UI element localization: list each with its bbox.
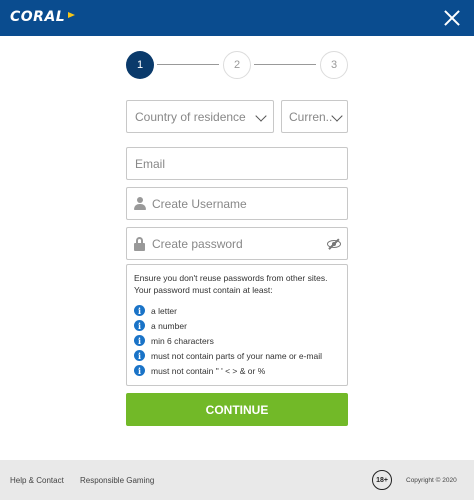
password-rules-box: Ensure you don't reuse passwords from ot… xyxy=(126,264,348,386)
step-connector xyxy=(157,64,219,65)
email-field[interactable] xyxy=(135,156,305,171)
lock-icon xyxy=(134,237,145,251)
password-field[interactable] xyxy=(152,236,322,251)
close-icon[interactable] xyxy=(442,8,462,28)
chevron-down-icon xyxy=(331,110,343,122)
continue-button[interactable]: CONTINUE xyxy=(126,393,348,426)
header-bar: CORAL xyxy=(0,0,474,36)
coral-logo[interactable]: CORAL xyxy=(10,9,65,25)
step-indicator: 1 2 3 xyxy=(126,51,348,79)
email-field-wrapper xyxy=(126,147,348,180)
eye-slash-icon[interactable] xyxy=(327,238,341,250)
password-rule: i a number xyxy=(134,318,340,333)
password-rule: i must not contain parts of your name or… xyxy=(134,348,340,363)
step-2: 2 xyxy=(223,51,251,79)
age-restriction-badge[interactable]: 18+ xyxy=(372,470,392,490)
info-icon: i xyxy=(134,335,145,346)
footer: Help & Contact Responsible Gaming 18+ Co… xyxy=(0,460,474,500)
info-icon: i xyxy=(134,365,145,376)
password-rule-text: min 6 characters xyxy=(151,335,214,346)
currency-select-label: Curren... xyxy=(289,109,333,124)
user-icon xyxy=(134,197,146,211)
username-field-wrapper xyxy=(126,187,348,220)
password-rule-text: a number xyxy=(151,320,187,331)
username-field[interactable] xyxy=(152,196,322,211)
info-icon: i xyxy=(134,350,145,361)
password-rule-text: must not contain parts of your name or e… xyxy=(151,350,323,361)
copyright-text: Copyright © 2020 xyxy=(406,477,457,484)
password-rules-intro-line1: Ensure you don't reuse passwords from ot… xyxy=(134,273,328,283)
country-select-label: Country of residence xyxy=(135,109,246,124)
password-rules-intro-line2: Your password must contain at least: xyxy=(134,285,273,295)
logo-flag-icon xyxy=(68,12,75,18)
country-select[interactable]: Country of residence xyxy=(126,100,274,133)
step-3: 3 xyxy=(320,51,348,79)
step-1: 1 xyxy=(126,51,154,79)
password-rules-intro: Ensure you don't reuse passwords from ot… xyxy=(134,272,340,296)
password-rule: i min 6 characters xyxy=(134,333,340,348)
info-icon: i xyxy=(134,320,145,331)
password-rule-text: a letter xyxy=(151,305,177,316)
password-rule-text: must not contain " ' < > & or % xyxy=(151,365,266,376)
password-rule: i a letter xyxy=(134,303,340,318)
password-rule: i must not contain " ' < > & or % xyxy=(134,363,340,378)
responsible-gaming-link[interactable]: Responsible Gaming xyxy=(80,476,154,485)
password-field-wrapper xyxy=(126,227,348,260)
info-icon: i xyxy=(134,305,145,316)
help-contact-link[interactable]: Help & Contact xyxy=(10,476,64,485)
chevron-down-icon xyxy=(255,110,267,122)
currency-select[interactable]: Curren... xyxy=(281,100,348,133)
step-connector xyxy=(254,64,316,65)
